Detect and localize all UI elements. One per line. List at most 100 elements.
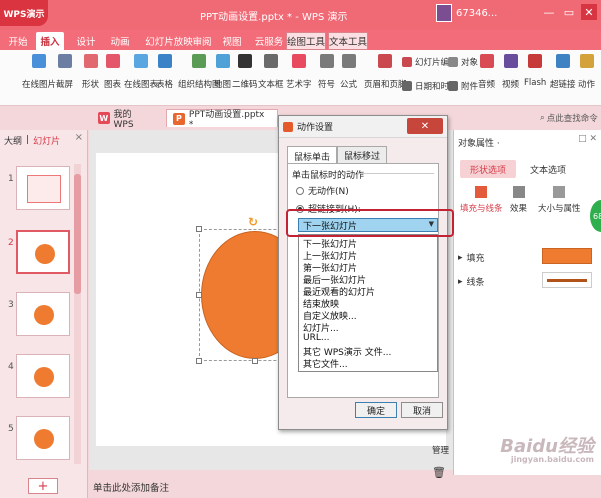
flash-button[interactable]: Flash — [524, 54, 546, 88]
line-row[interactable]: ▸ 线条 — [458, 275, 485, 289]
add-slide-button[interactable]: + — [28, 478, 58, 494]
tab-design[interactable]: 设计 — [72, 32, 100, 50]
wordart-button[interactable]: 艺术字 — [286, 54, 312, 90]
tab-text-tools[interactable]: 文本工具 — [328, 32, 368, 50]
panel-controls[interactable]: □ ✕ — [578, 134, 597, 144]
fill-color-swatch[interactable] — [542, 248, 592, 264]
expand-icon: ▸ — [458, 276, 463, 287]
map-icon — [215, 54, 230, 68]
subtab-effect[interactable]: 效果 — [510, 186, 527, 214]
table-button[interactable]: 表格 — [156, 54, 173, 90]
tab-review[interactable]: 审阅 — [188, 32, 216, 50]
dialog-close-button[interactable]: ✕ — [407, 118, 443, 134]
cube-icon — [512, 186, 525, 198]
tab-view[interactable]: 视图 — [218, 32, 246, 50]
link-icon — [555, 54, 570, 68]
video-button[interactable]: 视频 — [502, 54, 519, 90]
calendar-icon — [402, 81, 412, 91]
tab-mouse-over[interactable]: 鼠标移过 — [337, 146, 388, 164]
panel-scrollbar[interactable] — [74, 164, 81, 464]
tab-start[interactable]: 开始 — [4, 32, 32, 50]
formula-button[interactable]: 公式 — [340, 54, 357, 90]
slide-thumbnail-1[interactable] — [16, 166, 70, 210]
tab-text-options[interactable]: 文本选项 — [518, 160, 578, 178]
slide-number: 5 — [8, 424, 14, 434]
search-icon: ⌕ — [540, 113, 545, 123]
radio-no-action[interactable]: 无动作(N) — [296, 184, 349, 197]
pi-icon — [341, 54, 356, 68]
window-title: PPT动画设置.pptx * - WPS 演示 — [200, 12, 348, 23]
wordart-icon — [291, 54, 306, 68]
line-color-swatch[interactable] — [542, 272, 592, 288]
thumb-circle — [34, 429, 54, 449]
manage-button[interactable]: 管理 — [432, 444, 449, 456]
tab-drawing-tools[interactable]: 绘图工具 — [286, 32, 326, 50]
maximize-button[interactable]: ▭ — [561, 4, 577, 20]
tab-document[interactable]: P PPT动画设置.pptx * — [166, 109, 278, 130]
avatar[interactable] — [436, 4, 452, 22]
property-subtabs: 填充与线条 效果 大小与属性 — [454, 186, 601, 226]
command-search[interactable]: ⌕ 点此查找命令 — [540, 110, 600, 126]
header-footer-icon — [378, 54, 393, 68]
tab-cloud[interactable]: 云服务 — [252, 32, 286, 50]
slide-number-icon — [402, 57, 412, 67]
rotate-handle-icon[interactable]: ↻ — [248, 215, 258, 229]
dialog-title-bar[interactable]: 动作设置 ✕ — [279, 116, 447, 138]
symbol-button[interactable]: 符号 — [318, 54, 335, 90]
cancel-button[interactable]: 取消 — [401, 402, 443, 418]
scrollbar-thumb[interactable] — [74, 174, 81, 294]
slide-number: 3 — [8, 300, 14, 310]
object-button[interactable]: 对象 — [448, 56, 478, 68]
ribbon: 在线图片 截屏 形状 图表 在线图表 表格 组织结构图 地图 二维码 文本框 艺… — [0, 50, 601, 106]
header-footer-button[interactable]: 页眉和页脚 — [364, 54, 407, 90]
baidu-watermark: Baidu经验 jingyan.baidu.com — [500, 436, 594, 464]
map-button[interactable]: 地图 — [214, 54, 231, 90]
slide-thumbnail-5[interactable] — [16, 416, 70, 460]
textbox-button[interactable]: 文本框 — [258, 54, 284, 90]
online-picture-button[interactable]: 在线图片 — [22, 54, 56, 90]
qrcode-button[interactable]: 二维码 — [232, 54, 258, 90]
tab-my-wps[interactable]: W 我的WPS — [92, 109, 156, 130]
attachment-button[interactable]: 附件 — [448, 80, 478, 92]
resize-handle[interactable] — [252, 358, 258, 364]
subtab-fill-line[interactable]: 填充与线条 — [460, 186, 503, 214]
trash-icon[interactable]: 🗑 — [432, 466, 446, 479]
tab-insert[interactable]: 插入 — [36, 32, 64, 50]
account-area[interactable]: 67346... — [436, 4, 497, 22]
wps-logo[interactable]: WPS演示 — [0, 0, 48, 26]
section-label: 单击鼠标时的动作 — [292, 171, 365, 181]
slide-thumbnail-4[interactable] — [16, 354, 70, 398]
online-chart-button[interactable]: 在线图表 — [124, 54, 158, 90]
resize-handle[interactable] — [196, 226, 202, 232]
close-window-button[interactable]: ✕ — [581, 4, 597, 20]
paperclip-icon — [448, 81, 458, 91]
option-url[interactable]: URL... — [303, 333, 329, 343]
tab-outline[interactable]: 大纲 — [4, 134, 22, 147]
tab-animation[interactable]: 动画 — [106, 32, 134, 50]
notes-placeholder[interactable]: 单击此处添加备注 — [89, 476, 453, 498]
slide-thumbnail-2[interactable] — [16, 230, 70, 274]
slide-thumbnail-3[interactable] — [16, 292, 70, 336]
chart-button[interactable]: 图表 — [104, 54, 121, 90]
tab-shape-options[interactable]: 形状选项 — [460, 160, 516, 178]
subtab-size[interactable]: 大小与属性 — [538, 186, 581, 214]
wps-icon: W — [98, 112, 110, 124]
option-other-file[interactable]: 其它文件... — [303, 357, 348, 370]
close-icon[interactable]: × — [75, 132, 83, 143]
action-settings-dialog: 动作设置 ✕ 鼠标单击 鼠标移过 单击鼠标时的动作 无动作(N) 超链接到(H)… — [278, 115, 448, 430]
screenshot-button[interactable]: 截屏 — [56, 54, 73, 90]
thumb-circle — [35, 244, 55, 264]
audio-button[interactable]: 音频 — [478, 54, 495, 90]
window-controls: — ▭ ✕ — [541, 4, 597, 20]
minimize-button[interactable]: — — [541, 4, 557, 20]
chart-icon — [105, 54, 120, 68]
fill-row[interactable]: ▸ 填充 — [458, 251, 485, 265]
app-icon — [283, 121, 293, 132]
action-button[interactable]: 动作 — [578, 54, 595, 90]
tab-slides[interactable]: 幻灯片 — [33, 134, 60, 147]
ok-button[interactable]: 确定 — [355, 402, 397, 418]
shape-button[interactable]: 形状 — [82, 54, 99, 90]
resize-handle[interactable] — [196, 292, 202, 298]
resize-handle[interactable] — [196, 358, 202, 364]
hyperlink-button[interactable]: 超链接 — [550, 54, 576, 90]
